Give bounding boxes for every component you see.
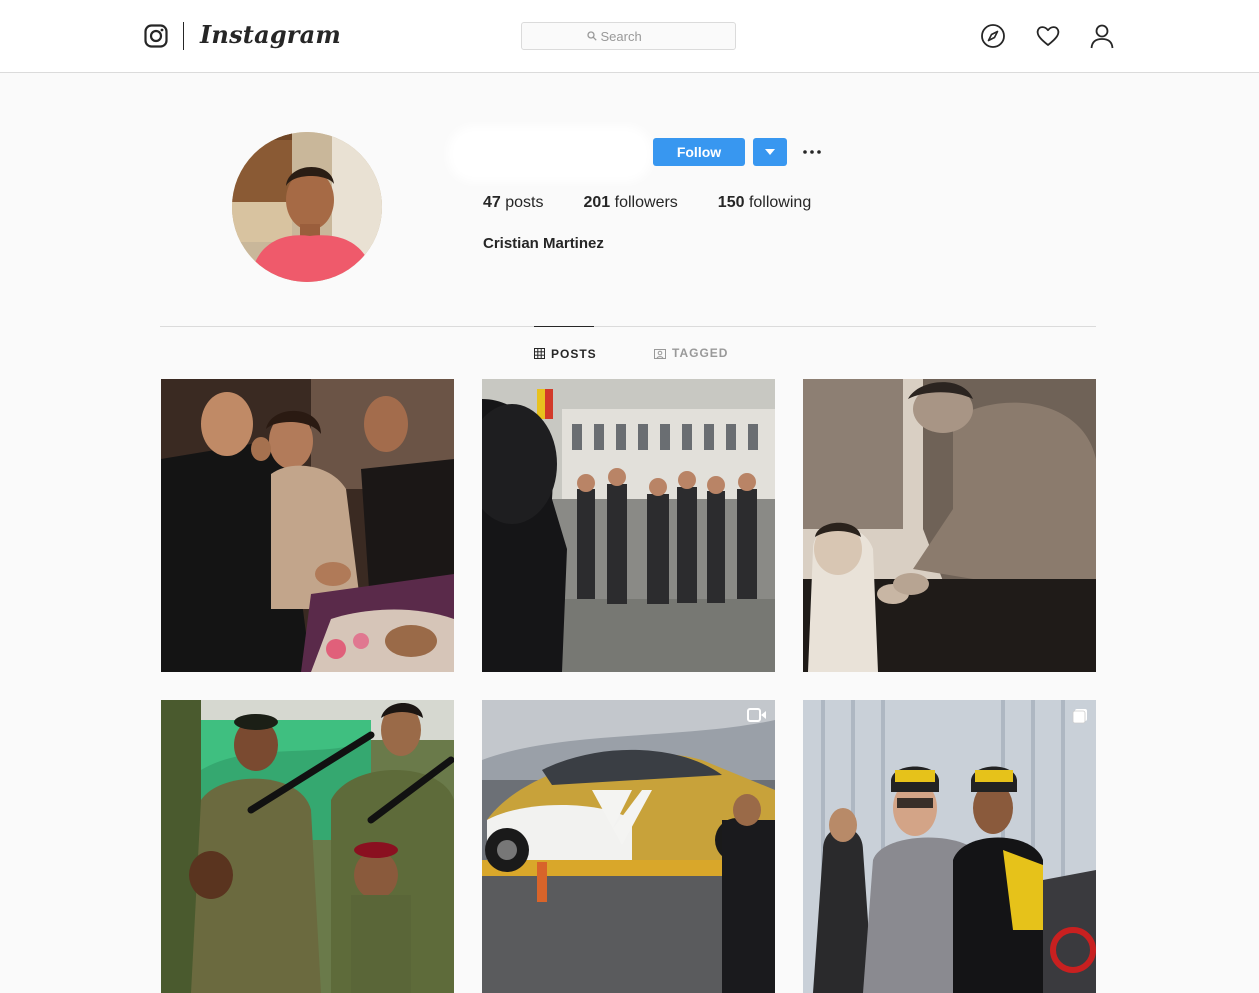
heart-icon[interactable] — [1035, 23, 1061, 49]
profile-avatar[interactable] — [232, 132, 382, 282]
following-number: 150 — [717, 194, 745, 211]
post-thumbnail[interactable] — [482, 700, 775, 993]
tab-posts-label: POSTS — [551, 346, 597, 361]
search-input[interactable] — [596, 28, 671, 44]
user-icon[interactable] — [1089, 23, 1115, 49]
posts-count: 47 posts — [483, 192, 544, 214]
carousel-icon — [1072, 709, 1087, 724]
ellipsis-icon — [803, 150, 821, 154]
tab-posts[interactable]: POSTS — [534, 326, 597, 380]
post-thumbnail[interactable] — [161, 700, 454, 993]
post-thumbnail[interactable] — [482, 379, 775, 672]
more-options-button[interactable] — [799, 140, 825, 164]
instagram-wordmark[interactable]: Instagram — [200, 18, 341, 52]
logo-divider — [183, 22, 184, 50]
posts-label: posts — [505, 194, 544, 211]
tabs-divider — [160, 326, 1096, 327]
profile-full-name: Cristian Martinez — [483, 235, 604, 252]
tab-tagged-label: TAGGED — [672, 346, 729, 360]
follow-button[interactable]: Follow — [653, 138, 745, 166]
followers-label: followers — [614, 194, 678, 211]
grid-icon — [534, 348, 545, 359]
caret-down-icon — [765, 149, 775, 155]
username-redacted — [456, 134, 644, 174]
top-navigation: Instagram — [0, 0, 1259, 73]
posts-number: 47 — [483, 194, 501, 211]
post-thumbnail[interactable] — [803, 700, 1096, 993]
post-thumbnail[interactable] — [803, 379, 1096, 672]
post-thumbnail[interactable] — [161, 379, 454, 672]
followers-count[interactable]: 201 followers — [584, 192, 678, 214]
compass-icon[interactable] — [980, 23, 1006, 49]
following-count[interactable]: 150 following — [718, 192, 811, 214]
followers-number: 201 — [583, 194, 611, 211]
tab-tagged[interactable]: TAGGED — [654, 326, 729, 380]
search-box[interactable] — [521, 22, 736, 50]
following-label: following — [748, 194, 812, 211]
search-icon — [586, 31, 597, 41]
tagged-icon — [654, 348, 666, 359]
suggestions-dropdown-button[interactable] — [753, 138, 787, 166]
instagram-glyph-icon[interactable] — [144, 24, 168, 48]
video-icon — [747, 708, 766, 722]
profile-stats: 47 posts 201 followers 150 following — [483, 192, 851, 214]
